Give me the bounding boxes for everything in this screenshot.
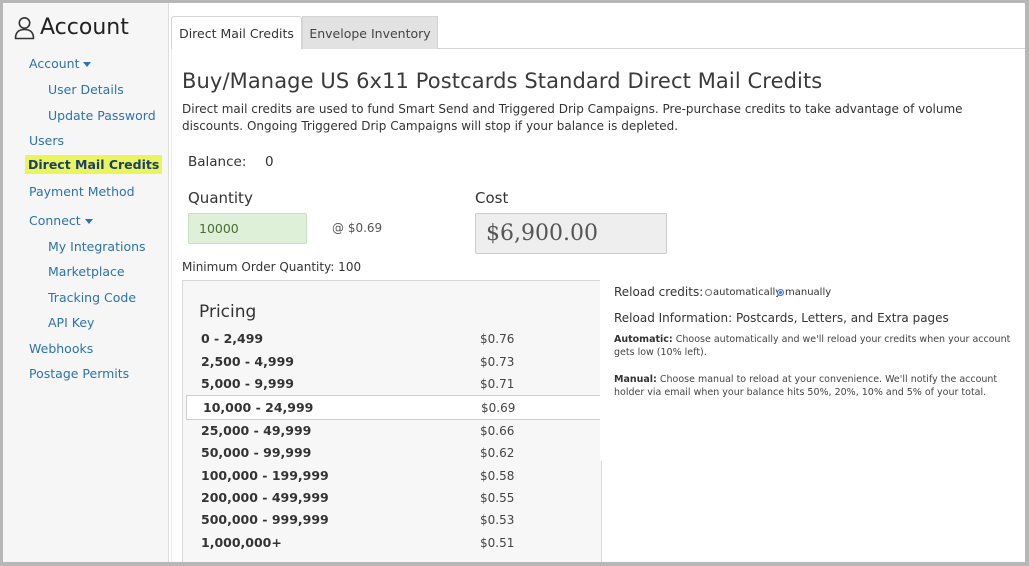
pricing-range: 10,000 - 24,999 xyxy=(203,400,314,415)
pricing-price: $0.53 xyxy=(480,513,515,527)
tab-envelope-inventory[interactable]: Envelope Inventory xyxy=(302,16,438,49)
automatic-note-text: Choose automatically and we'll reload yo… xyxy=(614,334,1011,358)
sidebar-item-tracking-code[interactable]: Tracking Code xyxy=(48,290,136,305)
pricing-price: $0.58 xyxy=(480,469,515,483)
app-frame: Account Account User Details Update Pass… xyxy=(0,0,1029,566)
sidebar: Account Account User Details Update Pass… xyxy=(3,3,169,562)
sidebar-title: Account xyxy=(40,15,129,40)
sidebar-item-direct-mail-credits[interactable]: Direct Mail Credits xyxy=(25,155,163,174)
pricing-row-selected: 10,000 - 24,999 $0.69 xyxy=(186,395,602,420)
sidebar-header: Account xyxy=(14,15,129,40)
pricing-price: $0.55 xyxy=(480,491,515,505)
manual-note-text: Choose manual to reload at your convenie… xyxy=(614,374,998,398)
pricing-range: 200,000 - 499,999 xyxy=(201,490,329,505)
sidebar-item-webhooks[interactable]: Webhooks xyxy=(29,341,93,356)
pricing-row: 50,000 - 99,999 $0.62 xyxy=(186,442,602,464)
pricing-price: $0.51 xyxy=(480,536,515,550)
tab-direct-mail-credits[interactable]: Direct Mail Credits xyxy=(171,16,302,49)
pricing-range: 25,000 - 49,999 xyxy=(201,423,312,438)
pricing-row: 500,000 - 999,999 $0.53 xyxy=(186,509,602,531)
pricing-range: 2,500 - 4,999 xyxy=(201,354,294,369)
pricing-range: 5,000 - 9,999 xyxy=(201,376,294,391)
pricing-row: 2,500 - 4,999 $0.73 xyxy=(186,351,602,373)
pricing-range: 1,000,000+ xyxy=(201,535,282,550)
content-divider xyxy=(171,49,172,562)
pricing-row: 5,000 - 9,999 $0.71 xyxy=(186,373,602,395)
sidebar-item-label: Connect xyxy=(29,213,81,228)
reload-info-title: Reload Information: Postcards, Letters, … xyxy=(614,311,949,325)
pricing-title: Pricing xyxy=(199,302,257,322)
reload-panel xyxy=(600,280,1025,461)
pricing-row: 25,000 - 49,999 $0.66 xyxy=(186,420,602,442)
manual-note: Manual: Choose manual to reload at your … xyxy=(614,373,1024,399)
reload-label: Reload credits: xyxy=(614,285,704,299)
radio-on-icon[interactable] xyxy=(777,289,784,296)
page-title: Buy/Manage US 6x11 Postcards Standard Di… xyxy=(182,69,823,93)
manual-note-head: Manual: xyxy=(614,374,657,385)
min-order-note: Minimum Order Quantity: 100 xyxy=(182,260,362,274)
sidebar-item-account[interactable]: Account xyxy=(29,56,92,71)
sidebar-item-users[interactable]: Users xyxy=(29,133,64,148)
cost-label: Cost xyxy=(475,189,509,207)
pricing-price: $0.73 xyxy=(480,355,515,369)
caret-down-icon xyxy=(83,62,92,67)
pricing-range: 0 - 2,499 xyxy=(201,331,264,346)
pricing-row: 0 - 2,499 $0.76 xyxy=(186,328,602,350)
pricing-price: $0.62 xyxy=(480,446,515,460)
pricing-row: 100,000 - 199,999 $0.58 xyxy=(186,465,602,487)
pricing-range: 50,000 - 99,999 xyxy=(201,445,312,460)
sidebar-item-my-integrations[interactable]: My Integrations xyxy=(48,239,146,254)
balance-value: 0 xyxy=(265,154,274,170)
pricing-row: 200,000 - 499,999 $0.55 xyxy=(186,487,602,509)
radio-off-icon[interactable] xyxy=(705,289,712,296)
sidebar-item-api-key[interactable]: API Key xyxy=(48,315,94,330)
automatic-note: Automatic: Choose automatically and we'l… xyxy=(614,333,1024,359)
user-icon xyxy=(14,16,35,39)
caret-down-icon xyxy=(84,219,93,224)
sidebar-item-marketplace[interactable]: Marketplace xyxy=(48,264,125,279)
sidebar-item-connect[interactable]: Connect xyxy=(29,213,93,228)
cost-field: $6,900.00 xyxy=(475,213,667,254)
reload-option-automatically[interactable]: automatically xyxy=(705,287,781,298)
quantity-label: Quantity xyxy=(188,189,253,207)
sidebar-item-payment-method[interactable]: Payment Method xyxy=(29,184,135,199)
quantity-input[interactable]: 10000 xyxy=(188,213,307,244)
pricing-price: $0.71 xyxy=(480,377,515,391)
sidebar-item-user-details[interactable]: User Details xyxy=(48,82,124,97)
tab-underline xyxy=(437,48,1025,49)
balance-label: Balance: xyxy=(188,154,247,170)
radio-label: manually xyxy=(785,287,832,298)
reload-option-manually[interactable]: manually xyxy=(777,287,831,298)
unit-price: @ $0.69 xyxy=(332,221,383,235)
pricing-price: $0.66 xyxy=(480,424,515,438)
pricing-price: $0.76 xyxy=(480,332,515,346)
radio-label: automatically xyxy=(713,287,782,298)
sidebar-item-label: Account xyxy=(29,56,80,71)
automatic-note-head: Automatic: xyxy=(614,334,673,345)
pricing-range: 500,000 - 999,999 xyxy=(201,512,329,527)
page-description: Direct mail credits are used to fund Sma… xyxy=(182,102,963,133)
pricing-row: 1,000,000+ $0.51 xyxy=(186,532,602,554)
sidebar-item-update-password[interactable]: Update Password xyxy=(48,108,156,123)
pricing-range: 100,000 - 199,999 xyxy=(201,468,329,483)
sidebar-item-postage-permits[interactable]: Postage Permits xyxy=(29,366,129,381)
pricing-price: $0.69 xyxy=(481,401,516,415)
